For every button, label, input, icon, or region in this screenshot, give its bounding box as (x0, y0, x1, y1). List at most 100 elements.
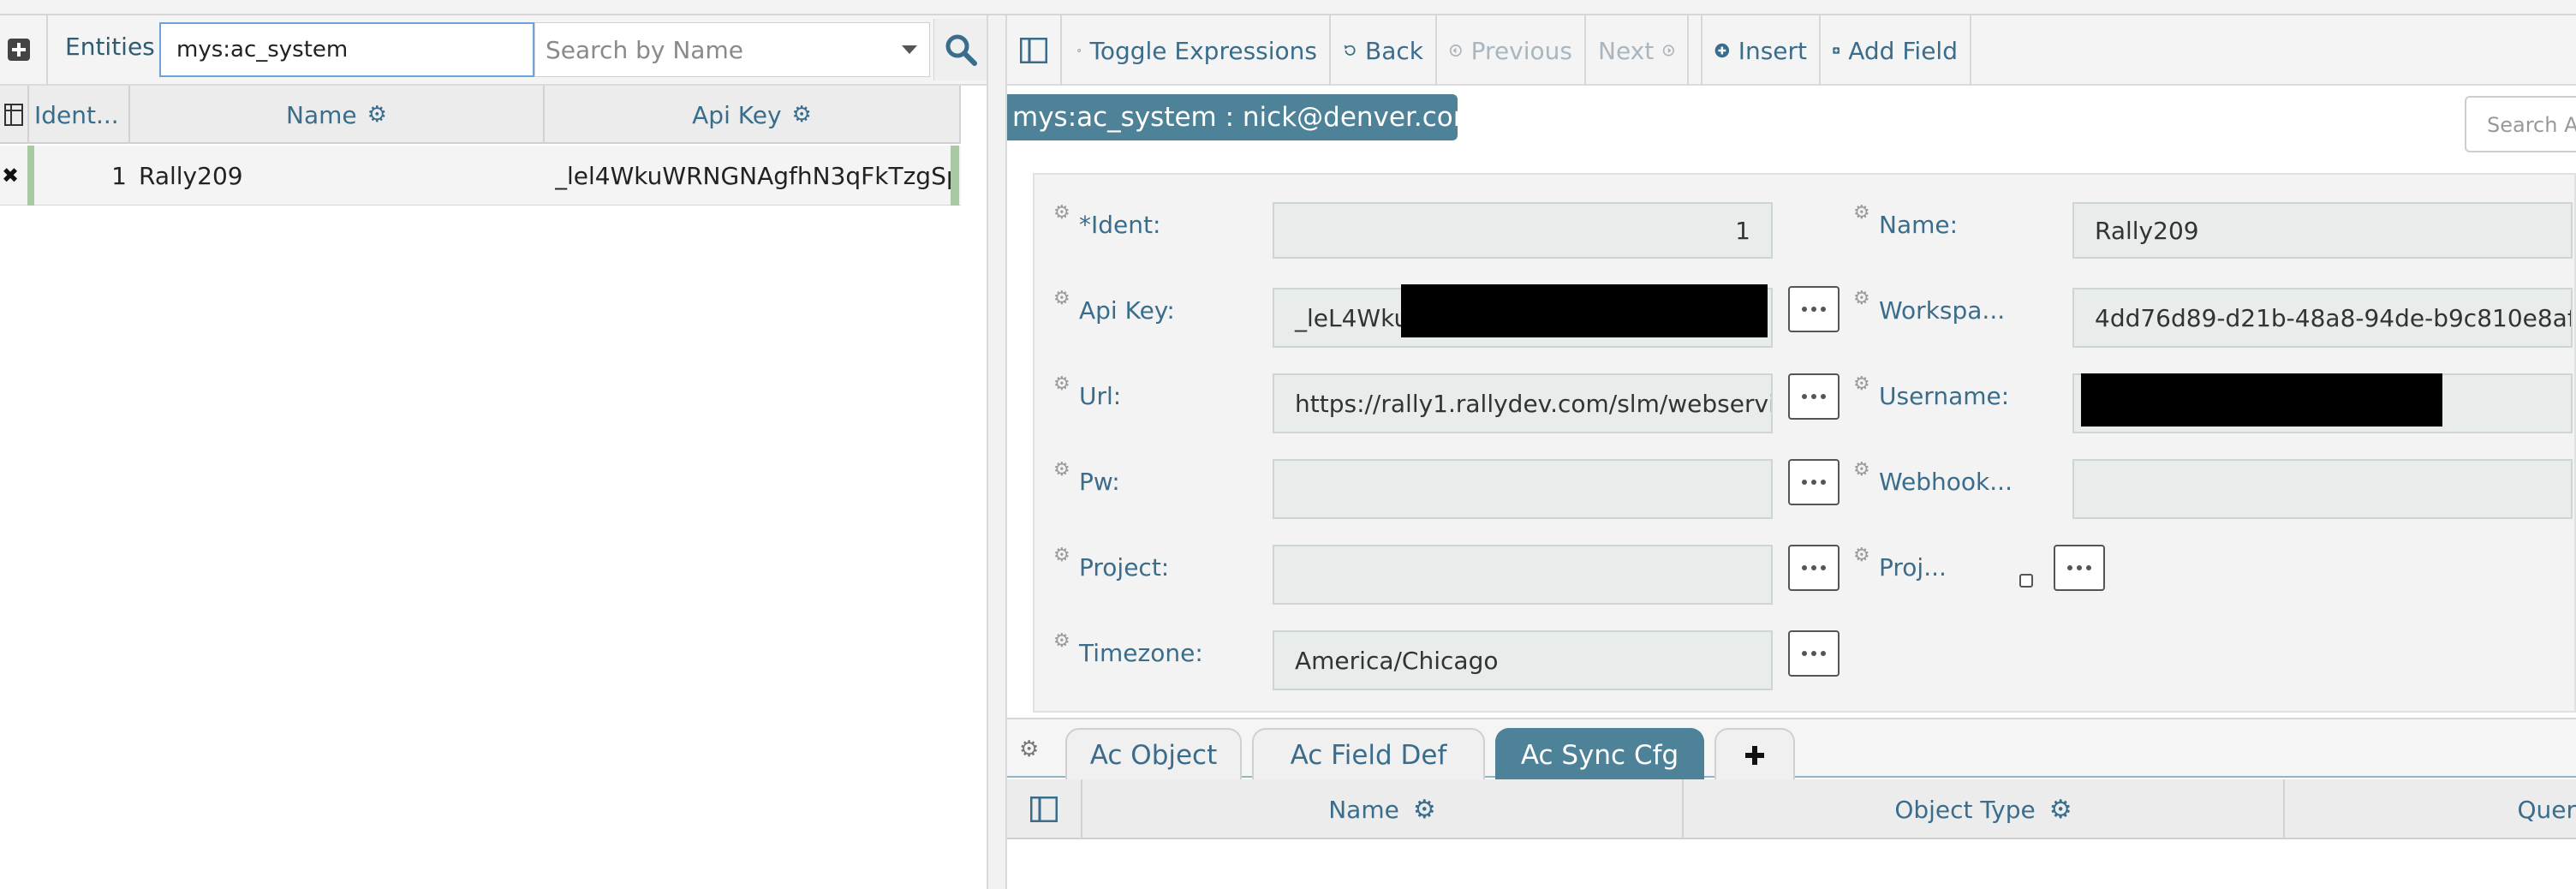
insert-button[interactable]: Insert (1701, 15, 1821, 86)
pw-field-label: ⚙ Pw: (1053, 459, 1120, 496)
column-header-name[interactable]: Name ⚙ (130, 86, 545, 144)
gear-icon[interactable]: ⚙ (2049, 795, 2072, 825)
add-entity-button[interactable] (3, 34, 34, 65)
next-button[interactable]: Next (1586, 15, 1689, 86)
sidebar-panel-icon (1020, 38, 1047, 63)
proj-field-label: ⚙ Proj... (1853, 545, 1947, 582)
gear-icon[interactable]: ⚙ (1053, 288, 1070, 309)
table-row[interactable]: ✖ 1 Rally209 _lel4WkuWRNGNAgfhN3qFkTzgSp… (0, 146, 961, 206)
column-header-api-key[interactable]: Api Key ⚙ (545, 86, 961, 144)
pw-more-button[interactable] (1788, 459, 1840, 505)
cell-api-key: _lel4WkuWRNGNAgfhN3qFkTzgSpK... (555, 161, 951, 190)
search-attributes-input[interactable]: Search Att (2465, 96, 2576, 152)
gear-icon[interactable]: ⚙ (1853, 545, 1870, 566)
redaction-block (2081, 373, 2442, 427)
record-toolbar: Toggle Expressions Back Previous Next In… (1007, 15, 2576, 86)
gear-icon[interactable]: ⚙ (1853, 373, 1870, 395)
project-field[interactable] (1273, 545, 1773, 605)
tab-ac-object[interactable]: Ac Object (1065, 728, 1242, 781)
column-header-ident[interactable]: Ident... (29, 86, 130, 144)
gear-icon[interactable]: ⚙ (1853, 202, 1870, 224)
add-tab-button[interactable] (1714, 728, 1795, 781)
gear-icon[interactable]: ⚙ (1413, 795, 1436, 825)
arrow-left-circle-icon (1449, 45, 1462, 57)
workspace-field-label: ⚙ Workspa... (1853, 288, 2006, 325)
workspace-field[interactable]: 4dd76d89-d21b-48a8-94de-b9c810e8af5 (2072, 288, 2573, 348)
gear-icon[interactable]: ⚙ (367, 102, 387, 128)
column-header-query[interactable]: Quer (2285, 779, 2576, 839)
sync-cfg-grid-header: Name ⚙ Object Type ⚙ Quer (1007, 779, 2576, 839)
pane-splitter[interactable] (987, 15, 1007, 889)
search-icon (945, 34, 977, 66)
gear-icon[interactable]: ⚙ (1853, 459, 1870, 480)
proj-checkbox[interactable] (2019, 574, 2033, 588)
record-title-badge: mys:ac_system : nick@denver.com (1007, 94, 1479, 140)
entities-label: Entities (65, 33, 155, 61)
pw-field[interactable] (1273, 459, 1773, 519)
gears-icon[interactable]: ⚙ (1019, 737, 1039, 762)
toggle-expressions-button[interactable]: Toggle Expressions (1065, 15, 1331, 86)
column-header-ident-label: Ident... (34, 100, 119, 129)
cell-ident: 1 (111, 161, 127, 190)
username-field-label: ⚙ Username: (1853, 373, 2010, 410)
name-search-combobox[interactable]: Search by Name (534, 22, 930, 77)
redaction-block (1401, 284, 1768, 337)
url-more-button[interactable] (1788, 373, 1840, 420)
column-header-api-key-label: Api Key (692, 100, 782, 129)
undo-icon (1344, 45, 1356, 56)
arrow-right-circle-icon (1663, 45, 1675, 57)
row-selection-marker (27, 146, 34, 206)
window-top-strip (0, 0, 2576, 15)
add-field-label: Add Field (1848, 36, 1958, 65)
entity-grid-header: Ident... Name ⚙ Api Key ⚙ (0, 86, 961, 144)
url-field[interactable]: https://rally1.rallydev.com/slm/webservi… (1273, 373, 1773, 433)
column-header-object-type[interactable]: Object Type ⚙ (1684, 779, 2285, 839)
column-chooser-button[interactable] (1007, 779, 1082, 839)
gear-icon[interactable]: ⚙ (1853, 288, 1870, 309)
plus-icon (1745, 746, 1764, 765)
delete-row-icon[interactable]: ✖ (0, 163, 21, 188)
name-field-label: ⚙ Name: (1853, 202, 1959, 239)
back-label: Back (1365, 36, 1423, 65)
column-header-name-label: Name (286, 100, 357, 129)
gear-icon[interactable]: ⚙ (1053, 459, 1070, 480)
ellipsis-icon (1802, 480, 1826, 485)
api-key-field-label: ⚙ Api Key: (1053, 288, 1175, 325)
previous-button[interactable]: Previous (1437, 15, 1586, 86)
timezone-field[interactable]: America/Chicago (1273, 630, 1773, 690)
column-chooser-button[interactable] (0, 86, 29, 144)
gear-icon[interactable]: ⚙ (1053, 373, 1070, 395)
tab-ac-sync-cfg[interactable]: Ac Sync Cfg (1495, 728, 1704, 781)
next-label: Next (1598, 36, 1655, 65)
toggle-panel-button[interactable] (1007, 15, 1062, 86)
url-field-label: ⚙ Url: (1053, 373, 1122, 410)
ban-icon (1077, 48, 1082, 53)
proj-more-button[interactable] (2054, 545, 2105, 591)
ident-field[interactable]: 1 (1273, 202, 1773, 259)
add-field-button[interactable]: Add Field (1821, 15, 1971, 86)
back-button[interactable]: Back (1331, 15, 1437, 86)
chevron-down-icon[interactable] (900, 44, 919, 56)
project-field-label: ⚙ Project: (1053, 545, 1170, 582)
record-form: ⚙ *Ident: 1 ⚙ Name: Rally209 ⚙ Api Key: _le… (1033, 173, 2576, 713)
previous-label: Previous (1470, 36, 1572, 65)
gear-icon[interactable]: ⚙ (1053, 545, 1070, 566)
api-key-more-button[interactable] (1788, 286, 1840, 332)
gear-icon[interactable]: ⚙ (1053, 630, 1070, 652)
gear-icon[interactable]: ⚙ (1053, 202, 1070, 224)
plus-square-icon (8, 39, 30, 61)
entity-input[interactable] (159, 22, 534, 77)
row-selection-marker-right (951, 146, 959, 206)
search-button[interactable] (933, 19, 987, 81)
column-header-query-label: Quer (2517, 795, 2576, 824)
project-more-button[interactable] (1788, 545, 1840, 591)
tab-ac-field-def[interactable]: Ac Field Def (1252, 728, 1485, 781)
column-header-name[interactable]: Name ⚙ (1082, 779, 1684, 839)
timezone-more-button[interactable] (1788, 630, 1840, 677)
webhook-field[interactable] (2072, 459, 2573, 519)
name-field[interactable]: Rally209 (2072, 202, 2573, 259)
ident-field-label: ⚙ *Ident: (1053, 202, 1161, 239)
webhook-field-label: ⚙ Webhook... (1853, 459, 2012, 496)
columns-icon (4, 104, 23, 126)
gear-icon[interactable]: ⚙ (792, 102, 812, 128)
